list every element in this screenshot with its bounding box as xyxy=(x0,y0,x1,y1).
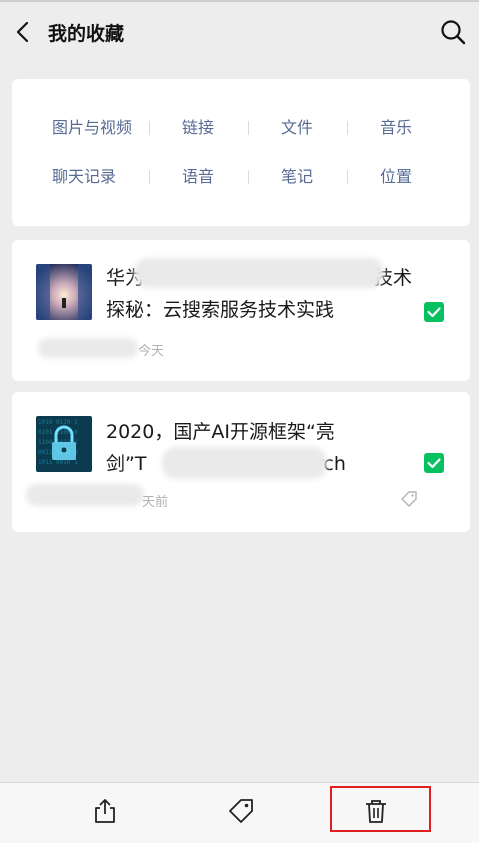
category-music[interactable]: 音乐 xyxy=(346,116,446,140)
check-icon xyxy=(427,458,441,469)
category-row: 聊天记录 语音 笔记 位置 xyxy=(12,165,470,189)
svg-text:1010 0110 1: 1010 0110 1 xyxy=(38,419,78,426)
title-line1: 2020，国产AI开源框架“亮 xyxy=(106,421,335,443)
redaction-blur xyxy=(26,484,144,506)
title-line2: 探秘：云搜索服务技术实践 xyxy=(106,299,335,321)
check-icon xyxy=(427,307,441,318)
share-icon[interactable] xyxy=(91,797,119,825)
category-chat-history[interactable]: 聊天记录 xyxy=(34,165,134,189)
tag-icon[interactable] xyxy=(400,490,418,508)
page-title: 我的收藏 xyxy=(48,23,125,45)
category-links[interactable]: 链接 xyxy=(148,116,248,140)
favorite-item[interactable]: 华为 技术 探秘：云搜索服务技术实践 今天 xyxy=(12,240,470,381)
category-panel: 图片与视频 链接 文件 音乐 聊天记录 语音 笔记 位置 xyxy=(12,79,470,226)
category-images-videos[interactable]: 图片与视频 xyxy=(42,116,142,140)
redaction-blur xyxy=(38,338,138,358)
annotation-highlight-box xyxy=(330,786,431,832)
saved-time: 今天 xyxy=(138,344,165,359)
search-icon[interactable] xyxy=(439,18,467,46)
chevron-left-icon[interactable] xyxy=(12,20,36,44)
saved-time: 天前 xyxy=(142,495,169,510)
select-checkbox[interactable] xyxy=(424,453,444,473)
redaction-blur xyxy=(134,258,384,288)
tag-icon[interactable] xyxy=(227,797,255,825)
redaction-blur xyxy=(162,447,327,479)
category-notes[interactable]: 笔记 xyxy=(247,165,347,189)
article-thumbnail: 1010 0110 1 0101 1100 0 1100 1011 1 0011… xyxy=(36,416,92,472)
category-location[interactable]: 位置 xyxy=(346,165,446,189)
svg-text:1011 0010 1: 1011 0010 1 xyxy=(38,459,78,466)
select-checkbox[interactable] xyxy=(424,302,444,322)
favorite-item[interactable]: 1010 0110 1 0101 1100 0 1100 1011 1 0011… xyxy=(12,392,470,532)
category-files[interactable]: 文件 xyxy=(247,116,347,140)
category-voice[interactable]: 语音 xyxy=(148,165,248,189)
title-line2-start: 剑”T xyxy=(106,453,147,475)
category-row: 图片与视频 链接 文件 音乐 xyxy=(12,116,470,140)
article-thumbnail xyxy=(36,264,92,320)
nav-bar: 我的收藏 xyxy=(0,2,479,62)
